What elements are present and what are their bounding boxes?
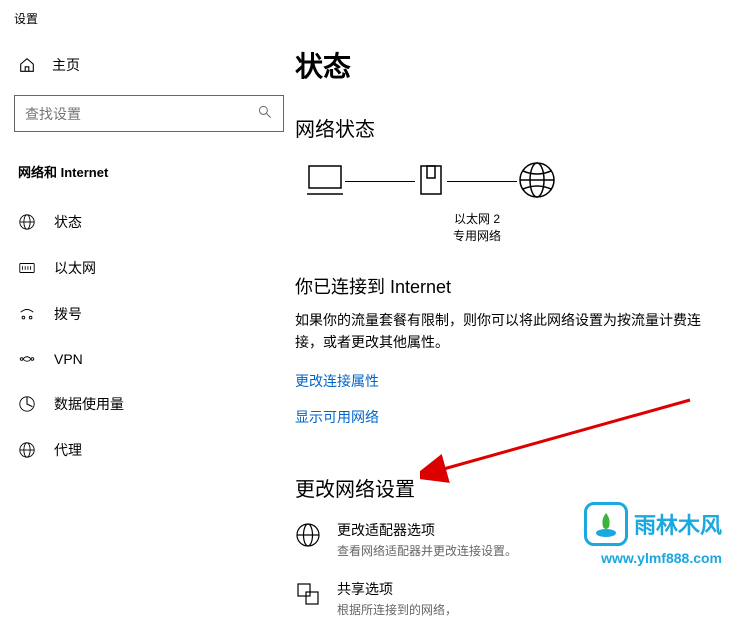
- sidebar-item-vpn[interactable]: VPN: [14, 337, 281, 381]
- watermark-badge-icon: [584, 502, 628, 546]
- sharing-icon: [295, 581, 321, 607]
- globe-icon: [18, 213, 36, 231]
- page-title: 状态: [295, 45, 730, 85]
- sidebar-item-label: 数据使用量: [54, 394, 124, 414]
- data-usage-icon: [18, 395, 36, 413]
- diagram-labels: 以太网 2 专用网络: [295, 211, 635, 245]
- sidebar-item-label: 以太网: [54, 258, 96, 278]
- dialup-icon: [18, 305, 36, 323]
- sidebar-category: 网络和 Internet: [14, 152, 281, 199]
- connected-body: 如果你的流量套餐有限制，则你可以将此网络设置为按流量计费连接，或者更改其他属性。: [295, 309, 730, 354]
- computer-icon: [305, 162, 345, 201]
- sidebar-item-dialup[interactable]: 拨号: [14, 291, 281, 337]
- connected-header: 你已连接到 Internet: [295, 273, 730, 299]
- adapter-globe-icon: [295, 522, 321, 548]
- option-desc: 根据所连接到的网络，: [337, 601, 457, 618]
- window-title: 设置: [0, 0, 730, 37]
- option-sharing[interactable]: 共享选项 根据所连接到的网络，: [295, 579, 730, 618]
- option-title: 更改适配器选项: [337, 520, 517, 540]
- watermark-url: www.ylmf888.com: [601, 550, 722, 566]
- adapter-name: 以太网 2: [437, 211, 517, 228]
- sidebar-home[interactable]: 主页: [14, 45, 281, 85]
- home-icon: [18, 56, 36, 74]
- network-status-header: 网络状态: [295, 113, 730, 142]
- sidebar-item-label: 状态: [54, 212, 82, 232]
- option-title: 共享选项: [337, 579, 457, 599]
- sidebar-item-label: 代理: [54, 440, 82, 460]
- sidebar-item-status[interactable]: 状态: [14, 199, 281, 245]
- search-icon: [257, 104, 273, 123]
- search-box[interactable]: [14, 95, 284, 132]
- sidebar: 主页 网络和 Internet 状态: [0, 37, 295, 585]
- diagram-line: [447, 181, 517, 182]
- internet-globe-icon: [517, 160, 557, 203]
- watermark-brand: 雨林木风: [634, 508, 722, 540]
- sidebar-item-label: 拨号: [54, 304, 82, 324]
- sidebar-item-proxy[interactable]: 代理: [14, 427, 281, 473]
- watermark: 雨林木风: [584, 502, 722, 546]
- network-type: 专用网络: [437, 228, 517, 245]
- router-icon: [415, 162, 447, 201]
- search-input[interactable]: [25, 106, 257, 122]
- proxy-icon: [18, 441, 36, 459]
- diagram-line: [345, 181, 415, 182]
- sidebar-item-ethernet[interactable]: 以太网: [14, 245, 281, 291]
- change-network-settings-header: 更改网络设置: [295, 473, 730, 502]
- vpn-icon: [18, 350, 36, 368]
- link-show-available-networks[interactable]: 显示可用网络: [295, 407, 379, 427]
- link-change-connection-properties[interactable]: 更改连接属性: [295, 371, 379, 391]
- network-diagram: [295, 160, 730, 203]
- ethernet-icon: [18, 259, 36, 277]
- option-desc: 查看网络适配器并更改连接设置。: [337, 542, 517, 559]
- sidebar-item-data-usage[interactable]: 数据使用量: [14, 381, 281, 427]
- sidebar-home-label: 主页: [52, 55, 80, 75]
- sidebar-item-label: VPN: [54, 351, 83, 367]
